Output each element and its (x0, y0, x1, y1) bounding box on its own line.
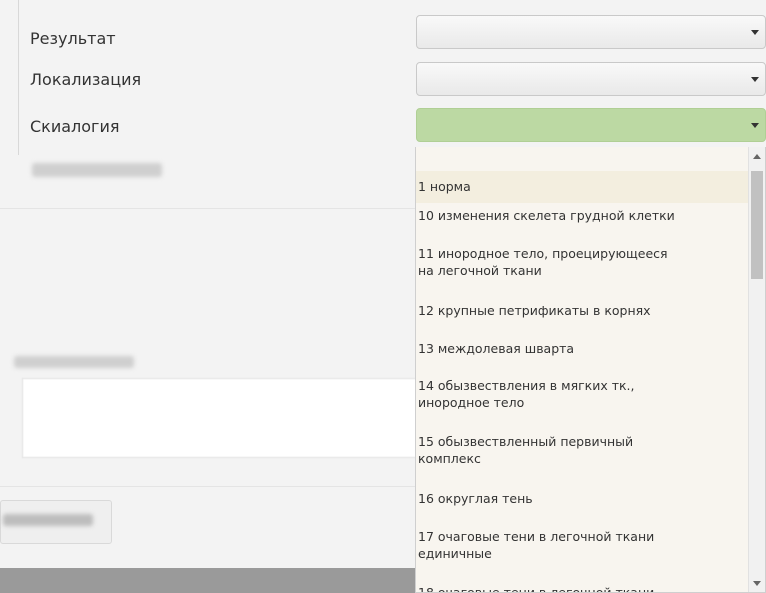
skialogy-label: Скиалогия (30, 117, 120, 136)
dropdown-option[interactable]: 1 норма (416, 171, 751, 203)
localization-label: Локализация (30, 70, 142, 89)
dropdown-option[interactable]: 13 междолевая шварта (416, 340, 753, 357)
scroll-up-icon[interactable] (753, 154, 761, 159)
divider (0, 486, 416, 487)
blurred-label (32, 163, 162, 177)
dropdown-option[interactable]: 12 крупные петрификаты в корнях (416, 302, 753, 319)
result-label: Результат (30, 29, 116, 48)
scroll-down-icon[interactable] (753, 581, 761, 586)
skialogy-select[interactable] (416, 108, 766, 142)
chevron-down-icon (751, 123, 759, 128)
form-panel: Результат Локализация Скиалогия 1 норма … (0, 0, 766, 593)
dropdown-option[interactable]: 17 очаговые тени в легочной ткани единич… (416, 528, 753, 562)
dropdown-option[interactable]: 16 округлая тень (416, 490, 753, 507)
dropdown-option[interactable]: 11 инородное тело, проецирующееся на лег… (416, 245, 753, 279)
skialogy-dropdown[interactable]: 1 норма 10 изменения скелета грудной кле… (415, 147, 766, 593)
chevron-down-icon (751, 77, 759, 82)
dropdown-option[interactable]: 10 изменения скелета грудной клетки (416, 207, 753, 224)
blurred-label (14, 356, 134, 368)
divider (0, 208, 416, 209)
dropdown-option[interactable]: 18 очаговые тени в легочной ткани (416, 584, 753, 592)
dropdown-option[interactable]: 15 обызвествленный первичный комплекс (416, 433, 753, 467)
blurred-button[interactable] (0, 500, 112, 544)
blurred-textarea[interactable] (22, 378, 418, 458)
chevron-down-icon (751, 30, 759, 35)
scrollbar-thumb[interactable] (751, 171, 763, 279)
result-select[interactable] (416, 15, 766, 49)
section-divider (18, 0, 19, 155)
dropdown-scrollbar[interactable] (748, 147, 765, 592)
dropdown-option[interactable]: 14 обызвествления в мягких тк., инородно… (416, 377, 753, 411)
localization-select[interactable] (416, 62, 766, 96)
